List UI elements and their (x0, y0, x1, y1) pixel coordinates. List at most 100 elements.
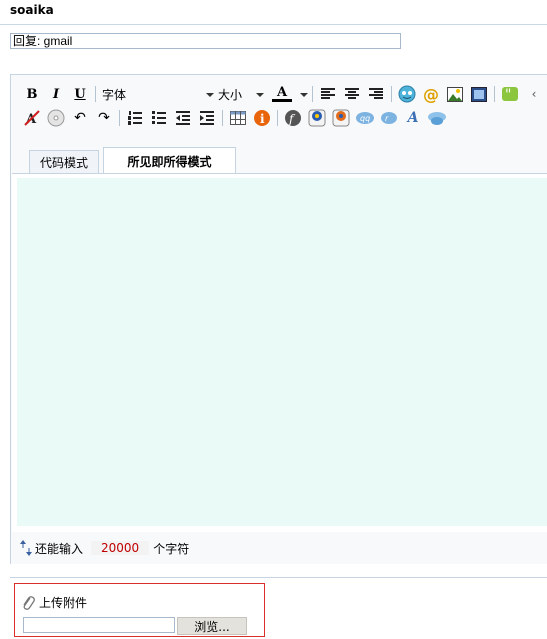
bold-button[interactable]: B (21, 84, 43, 104)
email-link-icon: @ (423, 84, 439, 104)
insert-image-icon (447, 86, 463, 102)
table-icon (230, 111, 246, 125)
web-button[interactable] (426, 108, 448, 128)
underline-icon: U (74, 86, 86, 102)
toolbar-separator (391, 86, 392, 102)
tab-wysiwyg-mode[interactable]: 所见即所得模式 (103, 147, 236, 175)
align-center-button[interactable] (341, 84, 363, 104)
remove-format-button[interactable]: A (21, 108, 43, 128)
chat-icon: r (381, 112, 397, 124)
size-dropdown[interactable]: 大小 (216, 85, 266, 103)
code-button[interactable]: ‹ (523, 84, 545, 104)
redo-icon: ↷ (98, 110, 110, 126)
font-color-dropdown[interactable]: A (266, 85, 310, 103)
editor-mode-tabs: 代码模式 所见即所得模式 (29, 144, 240, 175)
bold-icon: B (26, 86, 38, 102)
italic-button[interactable]: I (45, 84, 67, 104)
ordered-list-button[interactable] (124, 108, 146, 128)
insert-media-icon (471, 86, 487, 102)
toolbar-separator (119, 110, 120, 126)
insert-media-button[interactable] (468, 84, 490, 104)
undo-button[interactable]: ↶ (69, 108, 91, 128)
align-left-icon (321, 88, 335, 99)
real-media-icon (308, 109, 326, 127)
font-color-icon: A (272, 86, 292, 102)
section-divider (10, 577, 547, 578)
editor-content-area[interactable] (17, 178, 547, 526)
info-button[interactable]: i (251, 108, 273, 128)
header-divider (0, 24, 547, 25)
size-dropdown-label: 大小 (218, 87, 243, 102)
remove-format-icon: A (24, 110, 40, 126)
toolbar-separator (277, 110, 278, 126)
remaining-label: 还能输入 (35, 541, 84, 556)
code-icon: ‹ (531, 87, 537, 101)
redo-button[interactable]: ↷ (93, 108, 115, 128)
chevron-down-icon (300, 93, 308, 97)
align-left-button[interactable] (317, 84, 339, 104)
svg-text:qq: qq (360, 114, 370, 123)
tab-code-mode[interactable]: 代码模式 (29, 150, 99, 174)
rich-text-editor: B I U 字体 大小 A @ " ‹ A ↶ ↷ (10, 74, 547, 564)
disc-icon (47, 109, 65, 127)
outdent-button[interactable] (172, 108, 194, 128)
font-dropdown-label: 字体 (102, 87, 127, 102)
align-right-button[interactable] (365, 84, 387, 104)
chevron-down-icon (256, 93, 264, 97)
toolbar-separator (494, 86, 495, 102)
real-media-button[interactable] (306, 108, 328, 128)
subject-input[interactable] (10, 33, 401, 49)
align-right-icon (369, 88, 383, 99)
paperclip-icon (23, 595, 35, 610)
text-style-button[interactable]: A (402, 108, 424, 128)
attachment-panel: 上传附件 浏览... (14, 583, 265, 637)
insert-image-button[interactable] (444, 84, 466, 104)
italic-icon: I (52, 86, 60, 102)
quote-icon: " (502, 87, 518, 101)
toolbar-row-1: B I U 字体 大小 A @ " ‹ (21, 84, 547, 104)
font-color-letter: A (276, 85, 288, 100)
file-path-input[interactable] (23, 617, 175, 633)
disc-button[interactable] (45, 108, 67, 128)
qq-button[interactable]: qq (354, 108, 376, 128)
windows-media-icon (332, 109, 350, 127)
toolbar-separator (312, 86, 313, 102)
info-icon: i (254, 110, 270, 126)
username: soaika (10, 3, 54, 17)
remaining-unit: 个字符 (153, 541, 190, 556)
editor-content-frame (12, 173, 547, 532)
attachment-header: 上传附件 (21, 594, 87, 611)
font-dropdown[interactable]: 字体 (100, 85, 216, 103)
text-style-icon: A (407, 110, 419, 126)
email-link-button[interactable]: @ (420, 84, 442, 104)
web-icon (428, 112, 446, 125)
toolbar-separator (222, 110, 223, 126)
resize-arrows-icon[interactable] (19, 539, 33, 557)
flash-icon: f (285, 110, 301, 126)
indent-button[interactable] (196, 108, 218, 128)
unordered-list-button[interactable] (148, 108, 170, 128)
browse-button[interactable]: 浏览... (177, 617, 247, 635)
emoticon-button[interactable] (396, 84, 418, 104)
svg-text:i: i (260, 112, 265, 126)
table-button[interactable] (227, 108, 249, 128)
svg-text:": " (505, 87, 511, 101)
editor-status-bar: 还能输入 20000 个字符 (11, 532, 547, 564)
flash-button[interactable]: f (282, 108, 304, 128)
qq-icon: qq (356, 112, 374, 124)
quote-button[interactable]: " (499, 84, 521, 104)
unordered-list-icon (152, 111, 166, 124)
undo-icon: ↶ (74, 110, 86, 126)
remaining-count: 20000 (91, 541, 150, 555)
attachment-title: 上传附件 (39, 596, 88, 610)
outdent-icon (176, 111, 190, 125)
windows-media-button[interactable] (330, 108, 352, 128)
toolbar-row-2: A ↶ ↷ i f qq r A (21, 108, 450, 128)
chat-button[interactable]: r (378, 108, 400, 128)
chevron-down-icon (206, 93, 214, 97)
ordered-list-icon (128, 111, 142, 125)
indent-icon (200, 111, 214, 125)
toolbar-separator (95, 86, 96, 102)
align-center-icon (345, 88, 359, 99)
underline-button[interactable]: U (69, 84, 91, 104)
